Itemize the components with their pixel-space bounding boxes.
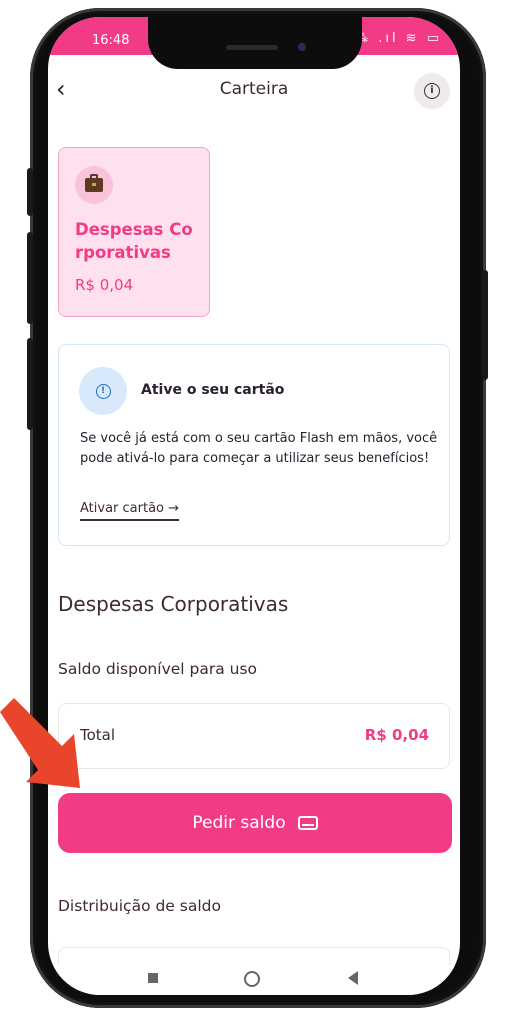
app-screen: 16:48 ⁂ .ıl ≋ ▭ ‹ Carteira i Despesas Co… xyxy=(48,17,460,995)
wallet-balance: R$ 0,04 xyxy=(75,276,134,294)
wallet-card[interactable]: Despesas Corporativas R$ 0,04 xyxy=(58,147,210,317)
activate-text: Se você já está com o seu cartão Flash e… xyxy=(80,431,438,466)
activate-card-banner: ! Ative o seu cartão Se você já está com… xyxy=(58,344,450,546)
header: ‹ Carteira i xyxy=(48,69,460,113)
request-balance-label: Pedir saldo xyxy=(192,813,286,833)
camera-dot xyxy=(298,43,306,51)
status-time: 16:48 xyxy=(92,33,130,48)
briefcase-icon xyxy=(75,166,113,204)
info-icon: i xyxy=(424,83,440,99)
phone-side-button xyxy=(27,168,33,216)
credit-card-icon xyxy=(297,816,318,830)
page-title: Carteira xyxy=(219,79,289,99)
phone-power-button xyxy=(482,270,488,380)
speaker-grille xyxy=(226,45,278,50)
balance-subtitle: Saldo disponível para uso xyxy=(58,660,258,678)
phone-notch xyxy=(148,17,362,69)
distribution-title: Distribuição de saldo xyxy=(58,897,221,915)
back-triangle-icon[interactable] xyxy=(348,971,358,985)
recent-apps-icon[interactable] xyxy=(148,973,158,983)
activate-title: Ative o seu cartão xyxy=(141,382,285,398)
section-title: Despesas Corporativas xyxy=(58,592,289,616)
red-arrow-annotation xyxy=(0,698,80,788)
home-icon[interactable] xyxy=(244,971,260,987)
phone-side-button xyxy=(27,338,33,430)
android-nav-bar xyxy=(48,965,460,995)
wallet-name: Despesas Corporativas xyxy=(75,220,193,262)
activate-card-link[interactable]: Ativar cartão → xyxy=(80,501,180,521)
info-button[interactable]: i xyxy=(414,73,450,109)
total-value: R$ 0,04 xyxy=(364,726,429,744)
request-balance-button[interactable]: Pedir saldo xyxy=(58,793,452,853)
status-icons: ⁂ .ıl ≋ ▭ xyxy=(355,31,442,46)
alert-icon: ! xyxy=(79,367,127,415)
phone-side-button xyxy=(27,232,33,324)
total-balance-card: Total R$ 0,04 xyxy=(58,703,450,769)
